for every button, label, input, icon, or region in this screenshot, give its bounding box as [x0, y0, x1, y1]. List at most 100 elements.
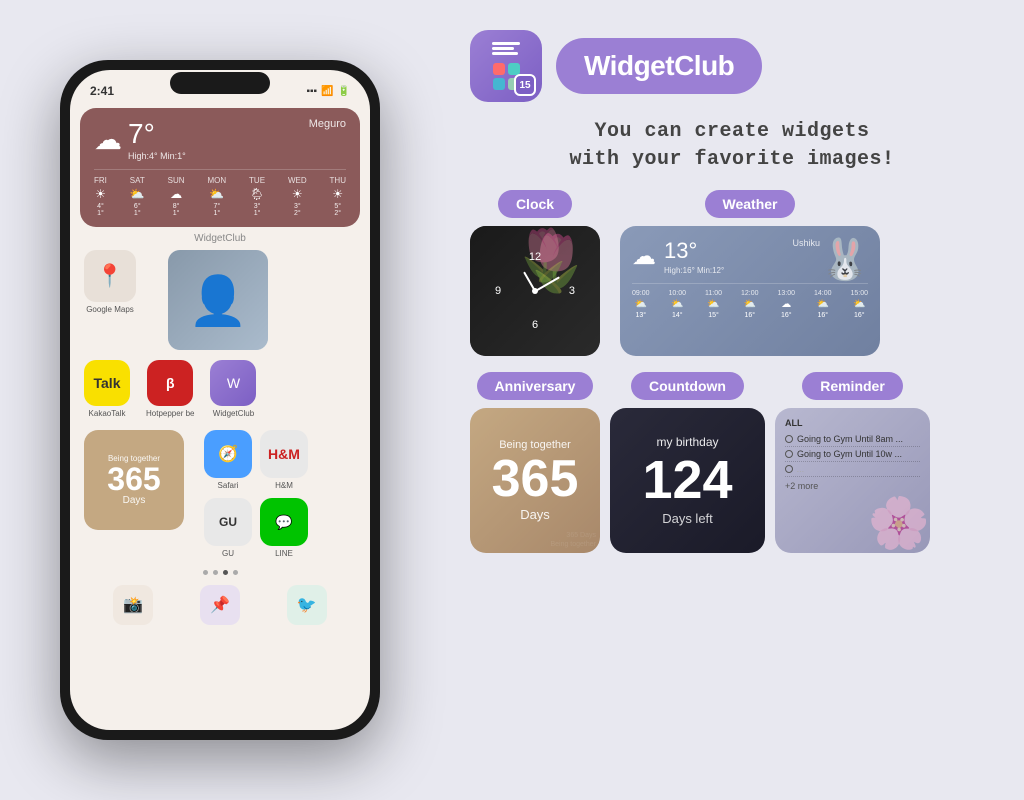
- reminder-item-3: ...: [785, 462, 920, 477]
- weather-preview: 🐰 ☁ 13° High:16° Min:12° Ushiku 09:00⛅13…: [620, 226, 880, 356]
- app-label-safari: Safari: [218, 481, 239, 490]
- app-item-widgetclub: W WidgetClub: [210, 360, 256, 418]
- anniv-bg-decoration: 365 DaysBeing together: [546, 528, 600, 553]
- widgetclub-icon: W: [210, 360, 256, 406]
- countdown-preview: my birthday 124 Days left: [610, 408, 765, 553]
- app-item-kakao: Talk KakaoTalk: [84, 360, 130, 418]
- app-label-hotpepper: Hotpepper be: [146, 409, 194, 418]
- tagline: You can create widgets with your favorit…: [470, 118, 994, 174]
- tagline-line1: You can create widgets: [470, 118, 994, 146]
- anniversary-column: Anniversary Being together 365 Days 365 …: [470, 372, 600, 553]
- app-header: 15 WidgetClub: [470, 30, 994, 102]
- gu-icon: GU: [204, 498, 252, 546]
- reminder-pill: Reminder: [802, 372, 903, 400]
- clock-min-hand: [535, 276, 560, 291]
- phone-weather-days: FRI☀4°1° SAT⛅6°1° SUN☁8°1° MON⛅7°1° TUE🌦…: [94, 169, 346, 217]
- clock-center: [532, 288, 538, 294]
- app-item-safari: 🧭 Safari: [204, 430, 252, 490]
- badge-number: 15: [514, 74, 536, 96]
- tagline-line2: with your favorite images!: [470, 146, 994, 174]
- app-item-gu: GU GU: [204, 498, 252, 558]
- phone-widgetclub-label: WidgetClub: [70, 233, 370, 244]
- reminder-all-badge: ALL: [785, 418, 920, 428]
- maps-icon: 📍: [84, 250, 136, 302]
- rabbit-decoration: 🐰: [820, 236, 870, 283]
- phone-weather-widget: ☁ 7° High:4° Min:1° Meguro FRI☀4°1° SAT⛅…: [80, 108, 360, 227]
- wifi-icon: 📶: [321, 86, 333, 97]
- dot-1: [203, 570, 208, 575]
- dot-3: [223, 570, 228, 575]
- weather-prev-highlow: High:16° Min:12°: [664, 266, 724, 275]
- countdown-prev-number: 124: [642, 453, 732, 507]
- dock-icon-1: 📸: [113, 585, 153, 625]
- anniv-prev-days-label: Days: [520, 507, 550, 522]
- countdown-column: Countdown my birthday 124 Days left: [610, 372, 765, 553]
- weather-prev-temp: 13°: [664, 238, 724, 264]
- app-label-widgetclub: WidgetClub: [213, 409, 254, 418]
- clock-preview: 🌷 🌷 12 3 6 9: [470, 226, 600, 356]
- reminder-flowers: 🌸: [868, 494, 930, 553]
- app-label-line: LINE: [275, 549, 293, 558]
- weather-hours: 09:00⛅13° 10:00⛅14° 11:00⛅15° 12:00⛅16° …: [632, 283, 868, 319]
- clock-pill: Clock: [498, 190, 572, 218]
- reminder-preview: 🌸 ALL Going to Gym Until 8am ... Going t…: [775, 408, 930, 553]
- status-icons: ▪▪▪ 📶 🔋: [306, 86, 350, 97]
- phone-anniv-row: Being together 365 Days 🧭 Safari H&M H&M: [70, 426, 370, 562]
- app-label-maps: Google Maps: [86, 305, 134, 314]
- battery-icon: 🔋: [338, 86, 350, 97]
- countdown-prev-label: my birthday: [656, 435, 718, 449]
- app-label-hm: H&M: [275, 481, 293, 490]
- dock-icon-3: 🐦: [287, 585, 327, 625]
- phone-anniv-days-label: Days: [123, 495, 146, 506]
- phone-screen: 2:41 ▪▪▪ 📶 🔋 ☁ 7° High:4° Min:1°: [70, 70, 370, 730]
- weather-pill: Weather: [705, 190, 796, 218]
- analog-clock: 12 3 6 9: [495, 251, 575, 331]
- phone-frame: 2:41 ▪▪▪ 📶 🔋 ☁ 7° High:4° Min:1°: [60, 60, 380, 740]
- reminder-item-1: Going to Gym Until 8am ...: [785, 432, 920, 447]
- dot-2: [213, 570, 218, 575]
- anniversary-pill: Anniversary: [477, 372, 594, 400]
- weather-cloud-icon: ☁: [632, 242, 656, 271]
- countdown-pill: Countdown: [631, 372, 744, 400]
- reminder-column: Reminder 🌸 ALL Going to Gym Until 8am ..…: [775, 372, 930, 553]
- phone-time: 2:41: [90, 84, 114, 98]
- reminder-more: +2 more: [785, 481, 920, 491]
- app-label-gu: GU: [222, 549, 234, 558]
- app-item-line: 💬 LINE: [260, 498, 308, 558]
- phone-anniversary-widget: Being together 365 Days: [84, 430, 184, 530]
- safari-icon: 🧭: [204, 430, 252, 478]
- phone-app-row-2: Talk KakaoTalk β Hotpepper be W WidgetCl…: [70, 358, 370, 420]
- page-dots: [70, 562, 370, 579]
- phone-section: 2:41 ▪▪▪ 📶 🔋 ☁ 7° High:4° Min:1°: [0, 0, 440, 800]
- bottom-dock: 📸 📌 🐦: [70, 579, 370, 631]
- top-widget-row: Clock 🌷 🌷 12 3 6 9 Weather: [470, 190, 994, 356]
- clock-column: Clock 🌷 🌷 12 3 6 9: [470, 190, 600, 356]
- anniversary-preview: Being together 365 Days 365 DaysBeing to…: [470, 408, 600, 553]
- reminder-item-2: Going to Gym Until 10w ...: [785, 447, 920, 462]
- dot-4: [233, 570, 238, 575]
- signal-icon: ▪▪▪: [306, 86, 317, 97]
- bottom-widget-row: Anniversary Being together 365 Days 365 …: [470, 372, 994, 553]
- hm-icon: H&M: [260, 430, 308, 478]
- weather-prev-location: Ushiku: [792, 238, 820, 248]
- countdown-prev-days-left: Days left: [662, 511, 713, 526]
- photo-widget: 👤: [168, 250, 268, 350]
- anniv-prev-number: 365: [492, 453, 579, 505]
- app-label-kakao: KakaoTalk: [89, 409, 126, 418]
- phone-weather-temp: 7°: [128, 118, 186, 150]
- widgetclub-app-icon: 15: [470, 30, 542, 102]
- app-item-hm: H&M H&M: [260, 430, 308, 490]
- app-item-maps: 📍 Google Maps: [84, 250, 136, 314]
- weather-column: Weather 🐰 ☁ 13° High:16° Min:12° Ushiku …: [620, 190, 880, 356]
- phone-small-icons: 🧭 Safari H&M H&M GU GU 💬 LINE: [204, 430, 308, 558]
- phone-anniv-days: 365: [107, 463, 160, 495]
- phone-notch: [170, 72, 270, 94]
- line-icon: 💬: [260, 498, 308, 546]
- hotpepper-icon: β: [147, 360, 193, 406]
- dock-icon-2: 📌: [200, 585, 240, 625]
- phone-weather-highlow: High:4° Min:1°: [128, 151, 186, 161]
- app-item-hotpepper: β Hotpepper be: [146, 360, 194, 418]
- phone-app-row: 📍 Google Maps 👤: [70, 248, 370, 352]
- app-name-pill: WidgetClub: [556, 38, 762, 94]
- phone-weather-location: Meguro: [309, 118, 346, 130]
